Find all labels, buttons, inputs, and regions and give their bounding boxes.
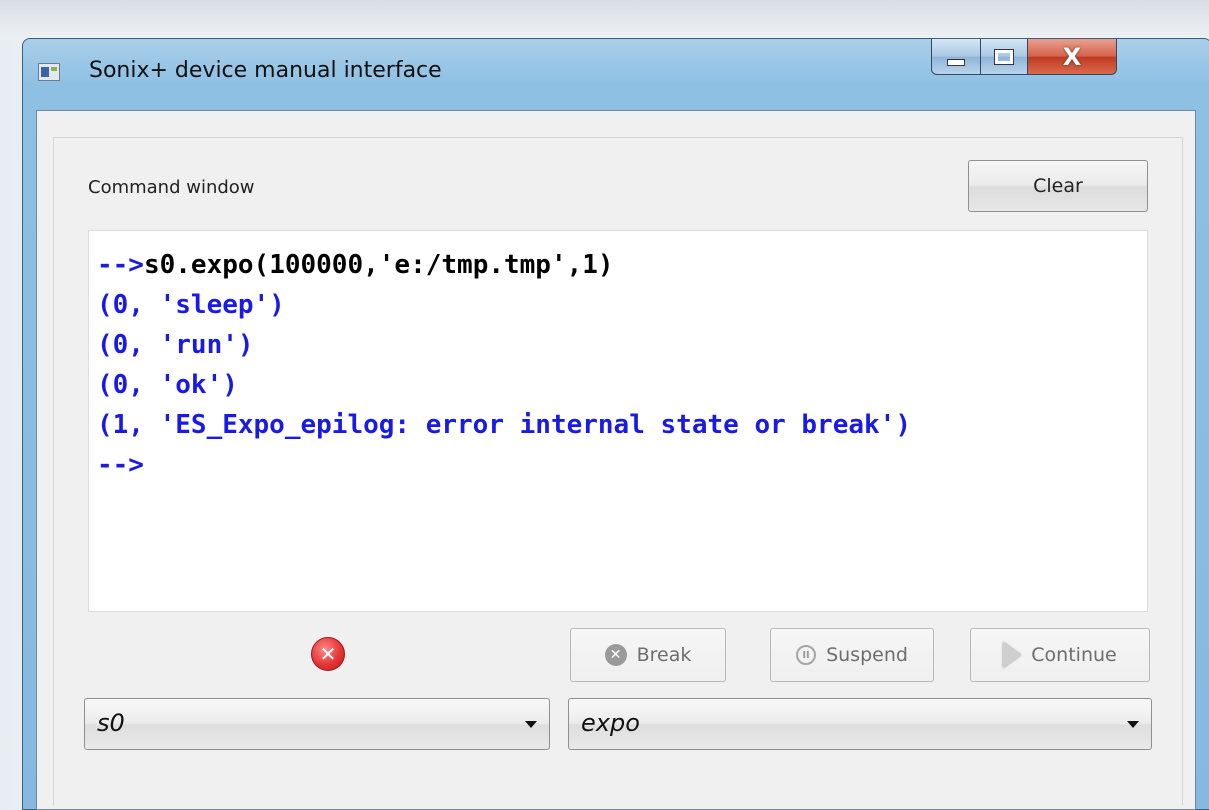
command-window-label: Command window bbox=[88, 177, 255, 198]
console-command-line: -->s0.expo(100000,'e:/tmp.tmp',1) bbox=[97, 245, 1147, 285]
window-title: Sonix+ device manual interface bbox=[89, 58, 442, 83]
suspend-button[interactable]: II Suspend bbox=[770, 628, 934, 682]
continue-button-label: Continue bbox=[1031, 644, 1117, 666]
play-icon bbox=[1003, 642, 1022, 668]
minimize-icon bbox=[947, 59, 965, 66]
pause-icon: II bbox=[796, 645, 817, 665]
maximize-button[interactable] bbox=[980, 39, 1028, 75]
method-select-value: expo bbox=[581, 709, 640, 737]
maximize-icon bbox=[994, 48, 1014, 65]
chevron-down-icon bbox=[1127, 721, 1139, 728]
method-select[interactable]: expo bbox=[568, 698, 1152, 750]
object-select[interactable]: s0 bbox=[84, 698, 550, 750]
console-output-line: (0, 'run') bbox=[97, 330, 254, 360]
error-icon: ✕ bbox=[311, 637, 345, 671]
continue-button[interactable]: Continue bbox=[970, 628, 1150, 682]
command-console[interactable]: -->s0.expo(100000,'e:/tmp.tmp',1) (0, 'sl… bbox=[88, 230, 1148, 612]
clear-button-label: Clear bbox=[1033, 175, 1083, 197]
chevron-down-icon bbox=[525, 721, 537, 728]
console-final-prompt: --> bbox=[97, 450, 144, 480]
console-output-line: (0, 'sleep') bbox=[97, 290, 285, 320]
minimize-button[interactable] bbox=[931, 39, 981, 75]
console-output-line: (0, 'ok') bbox=[97, 370, 238, 400]
close-button[interactable]: X bbox=[1027, 39, 1117, 75]
app-icon bbox=[38, 63, 60, 81]
suspend-button-label: Suspend bbox=[826, 644, 908, 666]
clear-button[interactable]: Clear bbox=[968, 160, 1148, 212]
console-command: s0.expo(100000,'e:/tmp.tmp',1) bbox=[143, 250, 614, 280]
console-output-line: (1, 'ES_Expo_epilog: error internal stat… bbox=[97, 410, 911, 440]
console-prompt: --> bbox=[97, 250, 144, 280]
close-icon: X bbox=[1062, 42, 1082, 71]
title-bar[interactable]: Sonix+ device manual interface X bbox=[23, 39, 1209, 111]
break-button[interactable]: ✕ Break bbox=[570, 628, 726, 682]
break-icon: ✕ bbox=[604, 644, 627, 666]
object-select-value: s0 bbox=[97, 709, 125, 737]
desktop-background bbox=[0, 0, 1209, 40]
break-button-label: Break bbox=[636, 644, 692, 666]
